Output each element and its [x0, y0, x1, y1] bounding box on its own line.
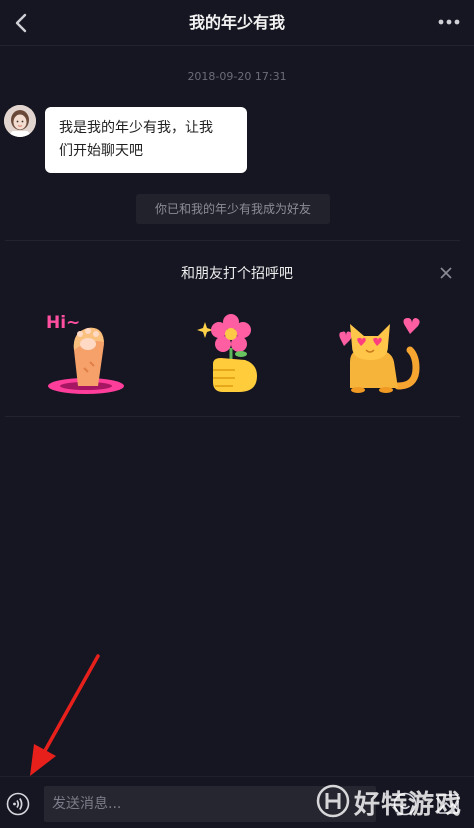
- image-icon: [437, 794, 459, 814]
- greeting-title: 和朋友打个招呼吧: [181, 266, 293, 282]
- top-bar: 我的年少有我: [0, 0, 474, 46]
- divider: [5, 416, 460, 417]
- hi-paw-sticker[interactable]: Hi~: [44, 310, 128, 396]
- message-timestamp: 2018-09-20 17:31: [187, 70, 287, 83]
- chat-title: 我的年少有我: [188, 13, 285, 32]
- input-bar: [0, 776, 474, 828]
- more-button[interactable]: [434, 9, 464, 35]
- avatar[interactable]: [4, 105, 36, 137]
- flower-hand-sticker[interactable]: [195, 308, 267, 396]
- more-dots-icon: [438, 19, 460, 25]
- message-input[interactable]: [44, 786, 376, 822]
- voice-button[interactable]: [6, 792, 30, 816]
- love-cat-sticker[interactable]: [336, 316, 422, 394]
- annotation-arrow-icon: [30, 654, 100, 776]
- close-icon: [440, 267, 452, 279]
- avatar-image: [4, 105, 36, 137]
- emoji-button[interactable]: [393, 792, 417, 816]
- paw-icon: Hi~: [46, 313, 124, 394]
- cat-icon: [339, 318, 420, 393]
- message-line: 我是我的年少有我，让我: [59, 120, 213, 136]
- sticker-hi-text: Hi~: [46, 313, 80, 333]
- image-button[interactable]: [436, 792, 460, 816]
- greeting-close-button[interactable]: [436, 263, 456, 283]
- flower-icon: [197, 314, 257, 392]
- emoji-icon: [393, 792, 417, 816]
- divider: [5, 240, 460, 241]
- friend-added-notice: 你已和我的年少有我成为好友: [136, 194, 330, 224]
- voice-icon: [6, 792, 30, 816]
- message-line: 们开始聊天吧: [59, 143, 143, 159]
- message-bubble[interactable]: 我是我的年少有我，让我 们开始聊天吧: [45, 107, 247, 173]
